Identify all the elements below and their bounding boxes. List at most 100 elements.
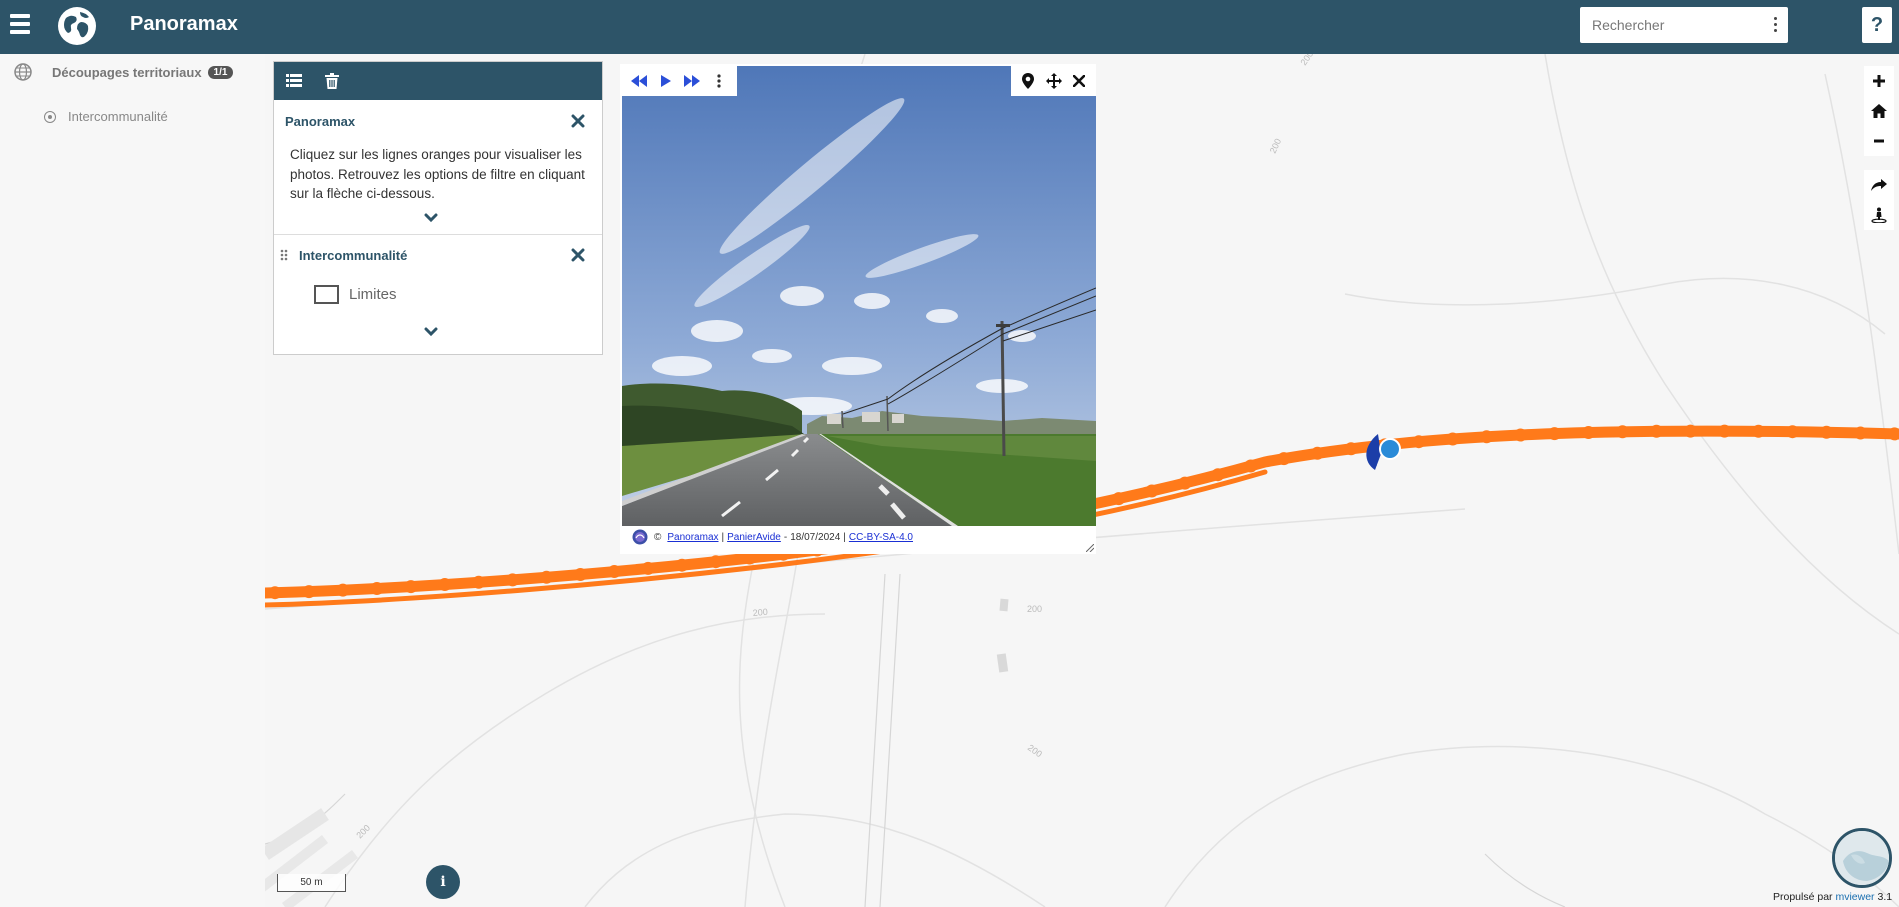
contour-label: 200 (354, 823, 372, 841)
photo-point[interactable] (1446, 432, 1460, 446)
overview-map-button[interactable] (1832, 828, 1892, 888)
globe-icon (14, 63, 32, 81)
photo-point[interactable] (675, 558, 689, 572)
sidebar-layer-label: Intercommunalité (68, 109, 168, 124)
photo-viewer: © Panoramax | PanierAvide - 18/07/2024 |… (620, 64, 1096, 554)
street-view-icon[interactable] (1864, 200, 1894, 230)
search-options-icon[interactable] (1772, 17, 1778, 33)
search-input[interactable] (1580, 7, 1760, 43)
photo-point[interactable] (1684, 424, 1697, 438)
photo-point[interactable] (1277, 452, 1291, 466)
app-title: Panoramax (130, 13, 238, 35)
layer-card-title: Panoramax (285, 114, 356, 129)
copyright-symbol: © (654, 531, 662, 543)
photo-point[interactable] (1480, 430, 1494, 444)
photo-point[interactable] (336, 583, 350, 597)
author-link[interactable]: PanierAvide (727, 532, 781, 543)
mviewer-version: 3.1 (1877, 891, 1893, 903)
photo-point[interactable] (438, 578, 452, 591)
photo-point[interactable] (1752, 424, 1765, 438)
info-button[interactable]: i (426, 865, 460, 899)
contour-label: 200 (1298, 54, 1315, 67)
limites-label: Limites (349, 286, 397, 303)
photo-point[interactable] (709, 555, 723, 569)
panoramax-link[interactable]: Panoramax (667, 532, 718, 543)
photo-point[interactable] (472, 575, 486, 589)
photo-point[interactable] (1854, 426, 1867, 440)
play-icon[interactable] (657, 71, 675, 91)
hamburger-menu-icon[interactable] (10, 14, 30, 36)
powered-prefix: Propulsé par (1773, 891, 1833, 903)
street-photo[interactable] (622, 66, 1096, 526)
photo-point[interactable] (641, 561, 655, 575)
photo-point[interactable] (1820, 425, 1833, 439)
photo-point[interactable] (1310, 446, 1324, 460)
contour-label: 200 (752, 607, 768, 618)
left-sidebar: Découpages territoriaux 1/1 Intercommuna… (0, 54, 265, 907)
photo-point[interactable] (1616, 425, 1629, 439)
layer-panel-toolbar (274, 62, 602, 100)
theme-count-badge: 1/1 (207, 65, 234, 79)
theme-label: Découpages territoriaux (52, 64, 202, 80)
contour-label: 200 (1027, 604, 1042, 614)
close-viewer-icon[interactable] (1070, 71, 1088, 91)
photo-point[interactable] (1211, 468, 1225, 482)
layer-card-title: Intercommunalité (299, 248, 408, 263)
trash-icon[interactable] (322, 71, 342, 91)
photo-point[interactable] (1412, 435, 1426, 449)
viewer-playback-controls (622, 66, 737, 96)
home-icon[interactable] (1864, 96, 1894, 126)
photo-point[interactable] (573, 568, 587, 581)
photo-point[interactable] (404, 580, 418, 594)
limites-checkbox-row[interactable]: Limites (314, 285, 397, 304)
photo-point[interactable] (1514, 428, 1527, 442)
photo-point[interactable] (370, 582, 384, 595)
photo-point[interactable] (1786, 425, 1799, 439)
photo-point[interactable] (506, 573, 520, 587)
viewer-options-icon[interactable] (710, 71, 728, 91)
sidebar-layer-intercommunalite[interactable]: Intercommunalité (44, 109, 168, 124)
search-box (1580, 7, 1788, 43)
photo-point[interactable] (1344, 442, 1358, 456)
chevron-down-icon[interactable] (424, 213, 438, 223)
close-icon[interactable] (571, 114, 585, 128)
theme-decoupages[interactable]: Découpages territoriaux 1/1 (14, 62, 234, 82)
close-icon[interactable] (571, 248, 585, 262)
zoom-controls (1864, 66, 1894, 156)
photo-point[interactable] (1244, 459, 1258, 473)
layer-panel: Panoramax Cliquez sur les lignes oranges… (273, 61, 603, 355)
photo-point[interactable] (607, 565, 621, 578)
zoom-out-icon[interactable] (1864, 126, 1894, 156)
viewer-window-controls (1011, 66, 1096, 96)
drag-handle-icon[interactable] (280, 249, 288, 261)
next-photo-icon[interactable] (684, 71, 702, 91)
top-bar: Panoramax ? (0, 0, 1899, 54)
scale-bar: 50 m (277, 874, 346, 892)
photo-point[interactable] (1548, 427, 1561, 441)
photo-point[interactable] (1178, 476, 1192, 490)
photo-point[interactable] (540, 570, 553, 584)
previous-photo-icon[interactable] (630, 71, 648, 91)
map-tools (1864, 170, 1894, 230)
resize-handle-icon[interactable] (1086, 544, 1094, 552)
globe-logo-icon (58, 7, 96, 45)
photo-point[interactable] (1145, 484, 1159, 498)
chevron-down-icon[interactable] (424, 327, 438, 337)
contour-label: 200 (1026, 742, 1044, 759)
photo-point[interactable] (1112, 492, 1126, 506)
help-button[interactable]: ? (1862, 7, 1892, 43)
photo-point[interactable] (302, 585, 316, 599)
share-icon[interactable] (1864, 170, 1894, 200)
photo-point[interactable] (1582, 426, 1595, 439)
list-icon[interactable] (284, 71, 304, 91)
photo-point[interactable] (1718, 424, 1731, 438)
layer-radio-icon (44, 110, 56, 123)
photo-point[interactable] (1650, 424, 1663, 438)
limites-checkbox[interactable] (314, 285, 339, 304)
mviewer-link[interactable]: mviewer (1835, 891, 1874, 903)
photo-point[interactable] (268, 586, 282, 600)
license-link[interactable]: CC-BY-SA-4.0 (849, 532, 913, 543)
map-pin-icon[interactable] (1019, 71, 1037, 91)
zoom-in-icon[interactable] (1864, 66, 1894, 96)
move-icon[interactable] (1045, 71, 1063, 91)
